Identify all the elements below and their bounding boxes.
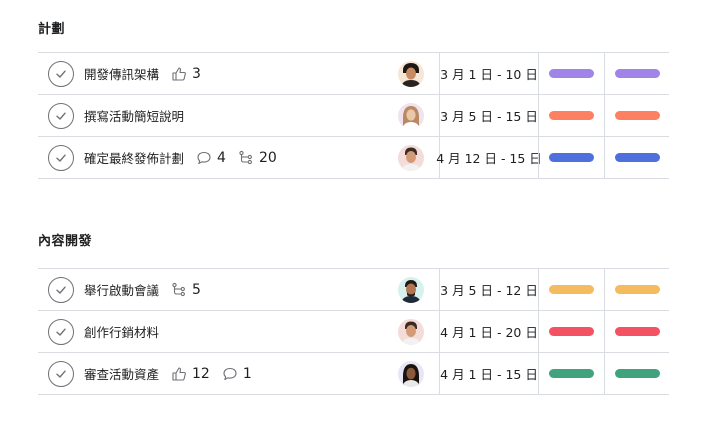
priority-pill — [614, 369, 660, 378]
due-date[interactable]: 3 月 5 日 - 12 日 — [439, 269, 538, 310]
likes-count: 3 — [171, 66, 201, 82]
comments-count: 1 — [222, 366, 252, 382]
subtasks-count: 5 — [171, 282, 201, 298]
task-name[interactable]: 確定最終發佈計劃 — [84, 148, 184, 167]
thumbs-up-icon — [172, 66, 186, 81]
likes-value: 3 — [192, 65, 201, 82]
due-date[interactable]: 4 月 12 日 - 15 日 — [436, 137, 542, 178]
task-row[interactable]: 審查活動資產 12 1 4 月 1 日 - 15 日 — [38, 353, 669, 395]
assignee-avatar[interactable] — [398, 361, 424, 387]
task-row[interactable]: 創作行銷材料 4 月 1 日 - 20 日 — [38, 311, 669, 353]
assignee-avatar[interactable] — [398, 277, 424, 303]
task-row[interactable]: 舉行啟動會議 5 3 月 5 日 - 12 日 — [38, 269, 669, 311]
priority-pill — [614, 327, 660, 336]
task-row[interactable]: 撰寫活動簡短說明 3 月 5 日 - 15 日 — [38, 95, 669, 137]
task-name[interactable]: 創作行銷材料 — [84, 322, 159, 341]
status-pill — [549, 69, 594, 78]
task-name[interactable]: 撰寫活動簡短說明 — [84, 106, 184, 125]
due-date[interactable]: 4 月 1 日 - 15 日 — [439, 353, 538, 394]
status-pill — [549, 153, 594, 162]
thumbs-up-icon — [172, 366, 186, 381]
priority-pill — [614, 111, 660, 120]
comments-value: 1 — [242, 365, 252, 382]
complete-checkbox-icon[interactable] — [48, 277, 74, 303]
status-pill — [549, 327, 594, 336]
subtasks-value: 5 — [192, 281, 201, 298]
assignee-avatar[interactable] — [398, 61, 424, 87]
priority-pill — [614, 69, 660, 78]
status-pill — [549, 285, 594, 294]
section-title: 計劃 — [38, 22, 66, 37]
task-table: 開發傳訊架構 3 3 月 1 日 - 10 日 撰寫活動簡短說明 3 月 5 日… — [38, 52, 669, 179]
task-table: 舉行啟動會議 5 3 月 5 日 - 12 日 創作行銷材料 4 月 1 日 -… — [38, 268, 669, 395]
priority-pill — [614, 285, 660, 294]
complete-checkbox-icon[interactable] — [48, 103, 74, 129]
due-date[interactable]: 4 月 1 日 - 20 日 — [439, 311, 538, 352]
subtask-icon — [239, 150, 252, 164]
complete-checkbox-icon[interactable] — [48, 61, 74, 87]
subtasks-count: 20 — [238, 150, 277, 166]
status-pill — [549, 369, 594, 378]
comments-count: 4 — [196, 150, 226, 166]
assignee-avatar[interactable] — [398, 103, 424, 129]
task-row[interactable]: 開發傳訊架構 3 3 月 1 日 - 10 日 — [38, 53, 669, 95]
priority-pill — [614, 153, 660, 162]
task-name[interactable]: 開發傳訊架構 — [84, 64, 159, 83]
complete-checkbox-icon[interactable] — [48, 361, 74, 387]
subtasks-value: 20 — [258, 149, 277, 166]
comment-icon — [223, 367, 237, 380]
likes-count: 12 — [171, 366, 210, 382]
task-name[interactable]: 舉行啟動會議 — [84, 280, 159, 299]
comments-value: 4 — [217, 149, 226, 166]
comment-icon — [197, 151, 211, 164]
assignee-avatar[interactable] — [398, 319, 424, 345]
section-title: 內容開發 — [38, 234, 93, 249]
task-name[interactable]: 審查活動資產 — [84, 364, 159, 383]
due-date[interactable]: 3 月 5 日 - 15 日 — [439, 95, 538, 136]
task-row[interactable]: 確定最終發佈計劃 4 20 4 月 12 日 - 15 日 — [38, 137, 669, 179]
complete-checkbox-icon[interactable] — [48, 145, 74, 171]
status-pill — [549, 111, 594, 120]
assignee-avatar[interactable] — [398, 145, 424, 171]
complete-checkbox-icon[interactable] — [48, 319, 74, 345]
subtask-icon — [172, 282, 185, 296]
due-date[interactable]: 3 月 1 日 - 10 日 — [439, 53, 538, 94]
likes-value: 12 — [192, 365, 210, 382]
